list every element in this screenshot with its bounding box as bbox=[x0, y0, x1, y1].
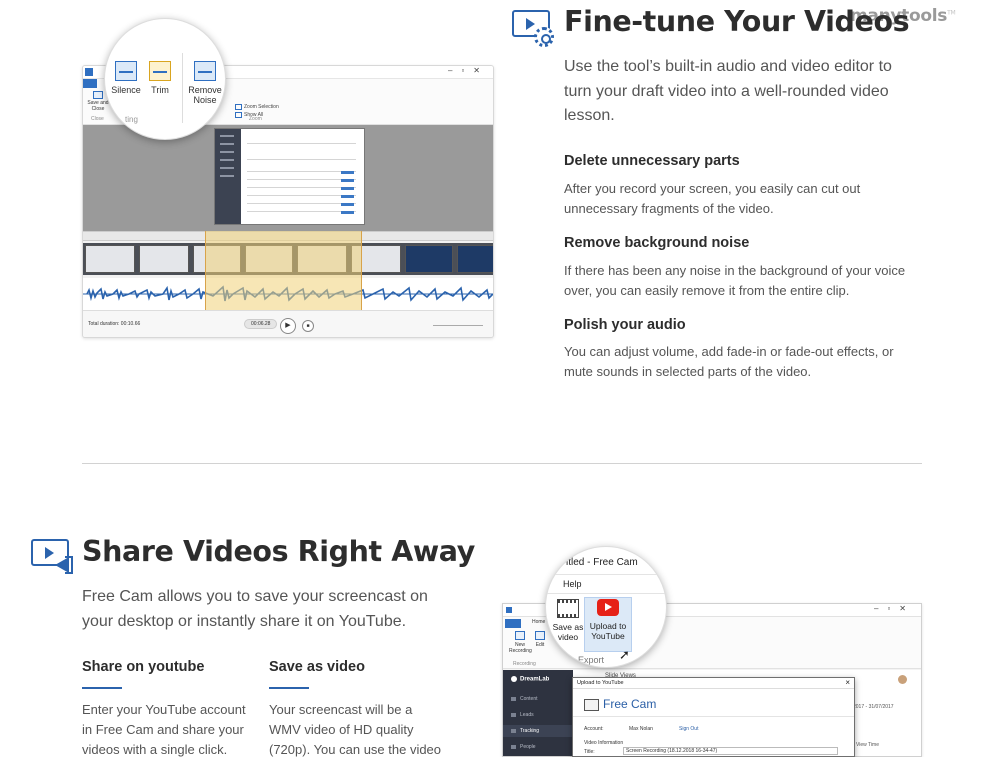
remove-noise-label-2: Noise bbox=[193, 95, 217, 105]
feature-text: After you record your screen, you easily… bbox=[564, 181, 861, 216]
silence-tool[interactable]: Silence bbox=[109, 61, 143, 95]
dreamlab-brand: DreamLab bbox=[511, 676, 549, 683]
save-and-close-label: Save and Close bbox=[87, 100, 109, 112]
zoom-slider[interactable] bbox=[433, 325, 483, 326]
recorded-app-preview bbox=[214, 128, 365, 225]
close-icon[interactable]: × bbox=[845, 678, 850, 687]
preview-sidebar bbox=[215, 129, 241, 224]
sign-out-link[interactable]: Sign Out bbox=[679, 726, 698, 732]
title-label: Title: bbox=[584, 749, 595, 755]
save-icon bbox=[93, 91, 103, 99]
new-recording-button[interactable]: New Recording bbox=[509, 631, 532, 654]
dialog-titlebar: Upload to YouTube × bbox=[573, 678, 854, 689]
video-title-input[interactable]: Screen Recording (18.12.2018 16-34-47) bbox=[623, 747, 838, 755]
edit-button[interactable]: Edit bbox=[533, 631, 547, 648]
help-menu[interactable]: Help bbox=[563, 579, 582, 589]
avatar[interactable] bbox=[898, 675, 907, 684]
save-video-heading: Save as video bbox=[269, 659, 365, 675]
view-time-label: View Time bbox=[856, 742, 879, 748]
youtube-icon bbox=[597, 599, 619, 616]
recorded-app-sidebar: DreamLab Content Leads Tracking People bbox=[503, 670, 573, 756]
feature-heading: Remove background noise bbox=[564, 235, 750, 251]
dialog-title: Upload to YouTube bbox=[577, 680, 624, 686]
nav-item-people[interactable]: People bbox=[511, 744, 536, 750]
feature-text: You can adjust volume, add fade-in or fa… bbox=[564, 344, 894, 379]
current-time: 00:06.28 bbox=[244, 319, 278, 329]
stop-icon: ■ bbox=[306, 323, 310, 329]
silence-label: Silence bbox=[111, 85, 141, 95]
save-as-video-button[interactable]: Save as video bbox=[549, 599, 587, 642]
home-tab[interactable]: Home bbox=[532, 619, 545, 625]
preview-canvas bbox=[83, 125, 493, 231]
remove-noise-tool[interactable]: Remove Noise bbox=[187, 61, 223, 105]
share-youtube-heading: Share on youtube bbox=[82, 659, 205, 675]
heading-underline bbox=[269, 687, 309, 689]
noise-waveform-icon bbox=[194, 61, 216, 81]
editor-magnifier: Silence Trim Remove Noise ting bbox=[104, 18, 226, 140]
share-youtube-text: Enter your YouTube account in Free Cam a… bbox=[82, 702, 246, 757]
recording-group-label: Recording bbox=[513, 661, 536, 667]
file-menu-button[interactable] bbox=[505, 619, 521, 628]
editing-group-label: ting bbox=[125, 115, 138, 124]
finetune-intro: Use the tool’s built-in audio and video … bbox=[564, 58, 892, 124]
nav-item-content[interactable]: Content bbox=[511, 696, 538, 702]
video-info-label: Video Information bbox=[584, 740, 624, 746]
feature-text: If there has been any noise in the backg… bbox=[564, 263, 906, 298]
silence-icon bbox=[115, 61, 137, 81]
window-title: itled - Free Cam bbox=[566, 557, 638, 568]
stop-button[interactable]: ■ bbox=[302, 320, 314, 332]
gear-icon bbox=[534, 27, 554, 47]
logo-trademark: TM bbox=[947, 9, 956, 17]
film-icon bbox=[557, 599, 579, 618]
export-magnifier: itled - Free Cam Help Save as video Uplo… bbox=[545, 546, 667, 668]
upload-label-2: YouTube bbox=[591, 631, 625, 641]
export-group-label: Export bbox=[578, 655, 605, 665]
zoom-group-label: Zoom bbox=[249, 116, 262, 122]
timeline-selection[interactable] bbox=[205, 231, 362, 310]
total-duration: Total duration: 00:10.66 bbox=[88, 321, 141, 327]
trim-icon bbox=[149, 61, 171, 81]
close-group-label: Close bbox=[91, 116, 104, 122]
record-icon bbox=[515, 631, 525, 640]
app-icon bbox=[506, 607, 512, 613]
window-controls-icon: ‒▫✕ bbox=[448, 66, 489, 75]
trim-tool[interactable]: Trim bbox=[143, 61, 177, 95]
date-range: 2017 - 31/07/2017 bbox=[853, 704, 894, 710]
window-controls-icon: ‒▫✕ bbox=[874, 604, 915, 613]
trim-label: Trim bbox=[151, 85, 169, 95]
share-intro: Free Cam allows you to save your screenc… bbox=[82, 588, 428, 630]
nav-item-leads[interactable]: Leads bbox=[511, 712, 534, 718]
feature-heading: Delete unnecessary parts bbox=[564, 153, 740, 169]
account-name: Max Nolan bbox=[629, 726, 653, 732]
share-title: Share Videos Right Away bbox=[82, 535, 475, 568]
upload-label-1: Upload to bbox=[589, 621, 627, 631]
feature-heading: Polish your audio bbox=[564, 317, 686, 333]
playback-bar: Total duration: 00:10.66 00:06.28 ▶ ■ bbox=[83, 310, 493, 337]
save-video-text: Your screencast will be a WMV video of H… bbox=[269, 702, 442, 757]
edit-label: Edit bbox=[535, 642, 545, 648]
file-menu-button[interactable] bbox=[83, 79, 97, 88]
new-recording-label: New Recording bbox=[509, 642, 532, 654]
save-as-label-2: video bbox=[557, 632, 579, 642]
free-cam-brand: Free Cam bbox=[584, 697, 656, 711]
section-divider bbox=[82, 463, 922, 464]
finetune-title: Fine-tune Your Videos bbox=[564, 5, 910, 38]
play-button[interactable]: ▶ bbox=[280, 318, 296, 334]
edit-icon bbox=[535, 631, 545, 640]
app-icon bbox=[85, 68, 93, 76]
account-label: Account: bbox=[584, 726, 604, 732]
heading-underline bbox=[82, 687, 122, 689]
upload-to-youtube-button[interactable]: Upload to YouTube bbox=[584, 599, 632, 641]
save-as-label-1: Save as bbox=[552, 622, 584, 632]
remove-noise-label-1: Remove bbox=[188, 85, 222, 95]
play-icon: ▶ bbox=[285, 322, 291, 329]
mouse-cursor-icon: ➚ bbox=[619, 647, 630, 662]
upload-to-youtube-dialog: Upload to YouTube × Free Cam Account: Ma… bbox=[572, 677, 855, 757]
zoom-selection-button[interactable]: Zoom Selection bbox=[235, 104, 279, 110]
nav-item-tracking[interactable]: Tracking bbox=[511, 728, 539, 734]
